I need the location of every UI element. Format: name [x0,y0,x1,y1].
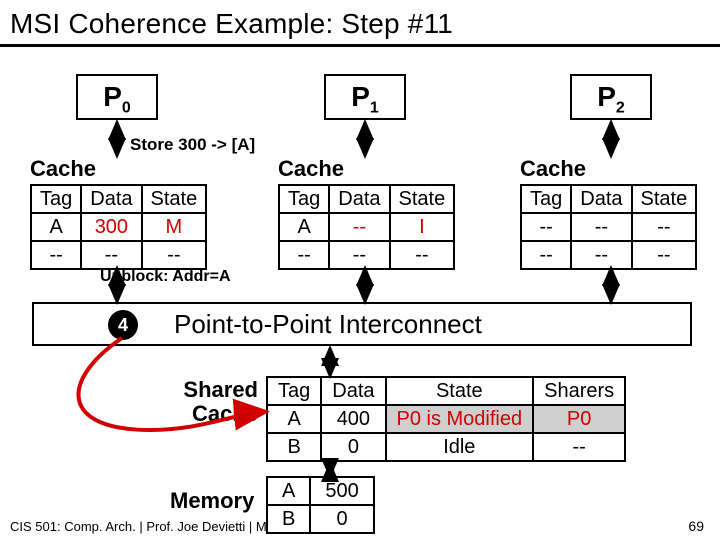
page-title: MSI Coherence Example: Step #11 [0,0,720,47]
cache1-block: Cache TagDataState A--I ------ [278,156,455,270]
shared-cache-label: SharedCache [168,378,258,426]
processor-p2: P2 [570,74,652,120]
cache0-table: TagDataState A300M ------ [30,184,207,270]
unblock-annotation: Unblock: Addr=A [100,268,231,286]
cache2-block: Cache TagDataState ------ ------ [520,156,697,270]
processor-row: P0 P1 P2 [0,74,720,120]
cache0-block: Cache TagDataState A300M ------ [30,156,207,270]
cache1-table: TagDataState A--I ------ [278,184,455,270]
memory-label: Memory [170,488,254,514]
shared-cache-table: Tag Data State Sharers A 400 P0 is Modif… [266,376,626,462]
cache1-label: Cache [278,156,455,182]
cache2-table: TagDataState ------ ------ [520,184,697,270]
cache0-label: Cache [30,156,207,182]
page-number: 69 [688,518,704,534]
memory-table: A500 B0 [266,476,375,534]
store-annotation: Store 300 -> [A] [130,135,255,155]
step-badge-4: 4 [108,310,138,340]
cache2-label: Cache [520,156,697,182]
processor-p1: P1 [324,74,406,120]
processor-p0: P0 [76,74,158,120]
footer-text: CIS 501: Comp. Arch. | Prof. Joe Deviett… [10,519,267,534]
